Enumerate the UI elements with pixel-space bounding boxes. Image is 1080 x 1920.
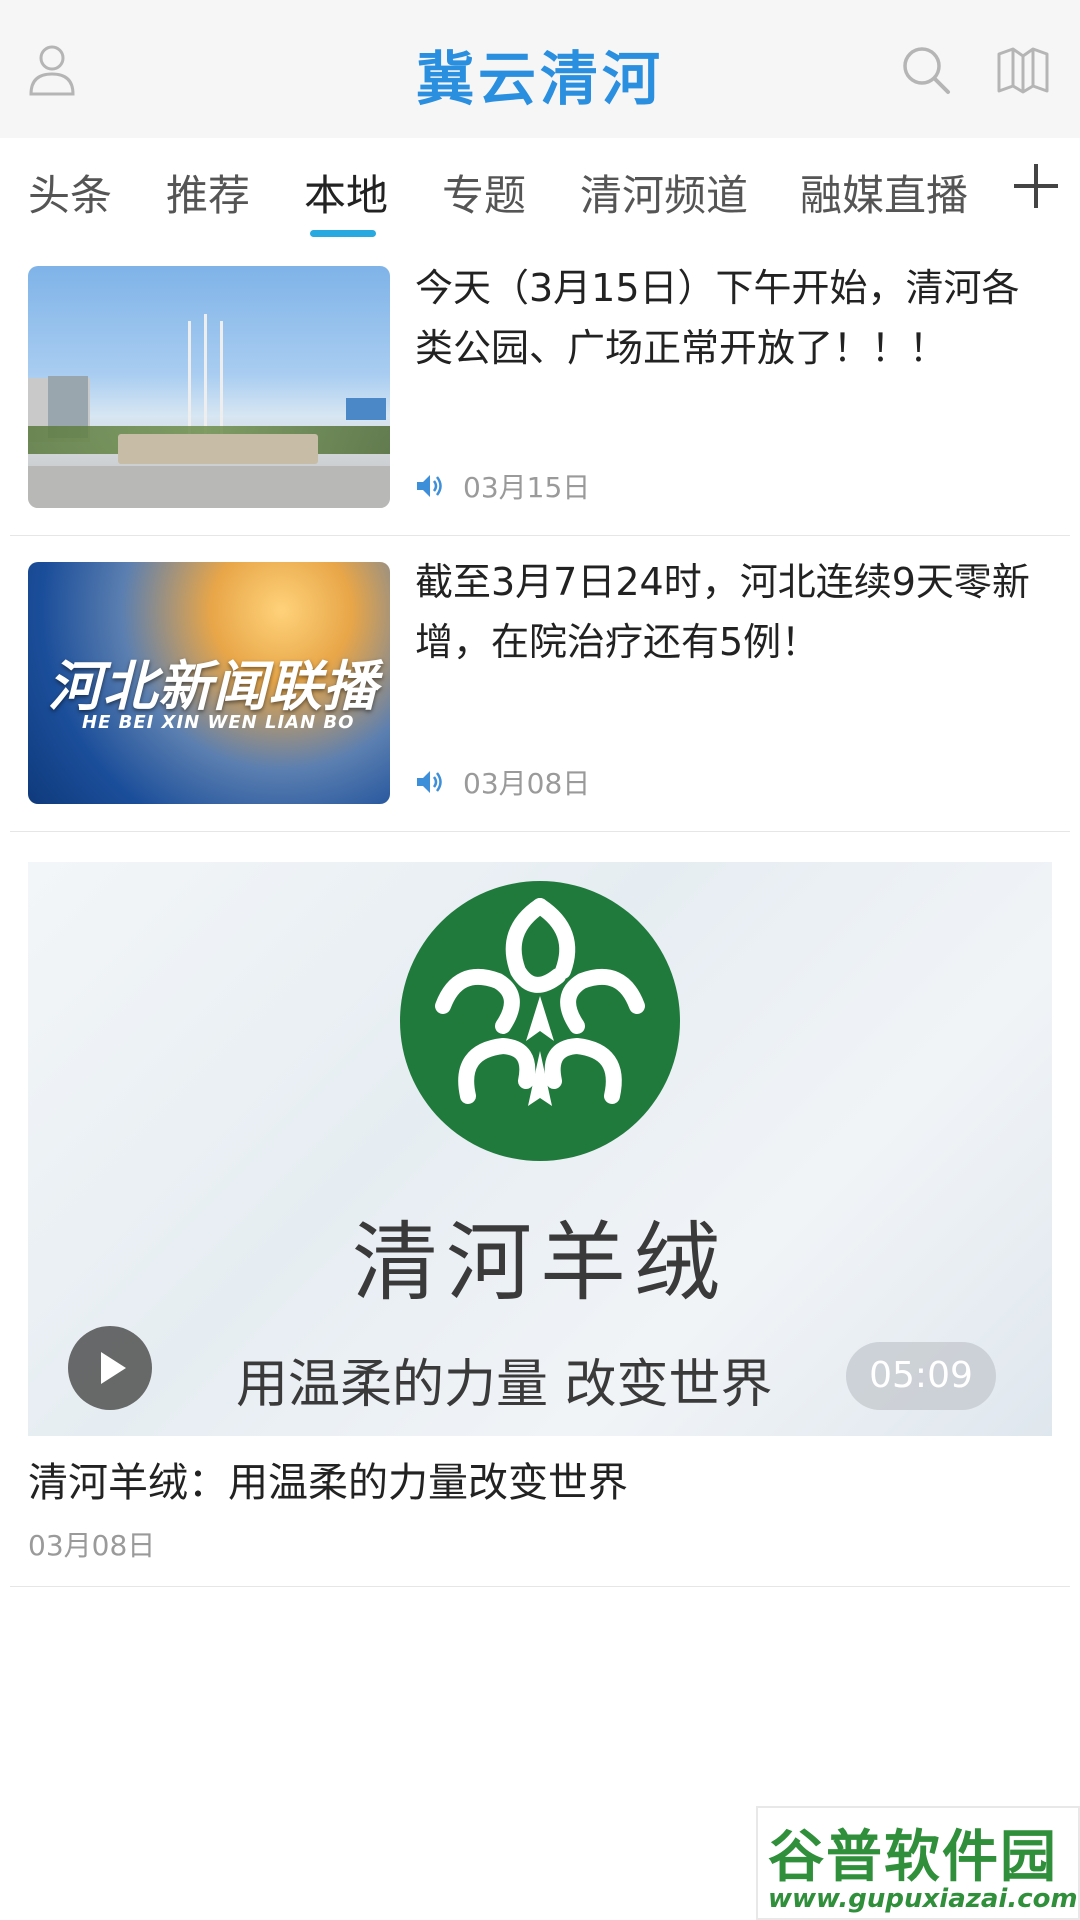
thumb-logo-subtext: HE BEI XIN WEN LIAN BO (82, 712, 355, 733)
thumb-billboard (346, 398, 386, 420)
watermark-url: www.gupuxiazai.com (768, 1884, 1078, 1914)
thumb-wall (118, 434, 318, 464)
video-duration: 05:09 (846, 1342, 996, 1410)
map-icon[interactable] (996, 46, 1050, 94)
video-player[interactable]: 清河羊绒 用温柔的力量 改变世界 05:09 (28, 862, 1052, 1436)
news-thumbnail (28, 266, 390, 508)
audio-icon[interactable] (415, 768, 445, 796)
news-title[interactable]: 截至3月7日24时，河北连续9天零新增，在院治疗还有5例！ (415, 552, 1030, 672)
news-date: 03月08日 (463, 767, 591, 800)
news-date: 03月15日 (463, 471, 591, 504)
site-watermark: 谷普软件园 www.gupuxiazai.com (756, 1806, 1080, 1920)
tab-headlines[interactable]: 头条 (28, 162, 112, 223)
row-divider (10, 831, 1070, 832)
app-header: 冀云清河 (0, 0, 1080, 138)
tab-live[interactable]: 融媒直播 (800, 162, 968, 223)
add-channel-icon[interactable] (1012, 162, 1060, 210)
channel-tabs: 头条 推荐 本地 专题 清河频道 融媒直播 (0, 138, 1080, 248)
news-title[interactable]: 今天（3月15日）下午开始，清河各类公园、广场正常开放了！！！ (415, 258, 1030, 378)
row-divider (10, 1586, 1070, 1587)
thumb-logo-text: 河北新闻联播 (48, 655, 378, 718)
tab-qinghe-channel[interactable]: 清河频道 (580, 162, 748, 223)
thumb-road (28, 466, 390, 508)
flag-pole (204, 314, 207, 444)
video-slogan: 用温柔的力量 改变世界 (236, 1355, 773, 1415)
news-item[interactable]: 河北新闻联播 HE BEI XIN WEN LIAN BO 截至3月7日24时，… (10, 536, 1070, 832)
tab-local[interactable]: 本地 (304, 162, 388, 223)
tab-recommended[interactable]: 推荐 (166, 162, 250, 223)
audio-icon[interactable] (415, 472, 445, 500)
news-thumbnail: 河北新闻联播 HE BEI XIN WEN LIAN BO (28, 562, 390, 804)
active-tab-indicator (310, 230, 376, 237)
play-button[interactable] (68, 1326, 152, 1410)
play-icon (101, 1352, 126, 1384)
search-icon[interactable] (900, 44, 952, 96)
video-date: 03月08日 (28, 1529, 156, 1562)
brand-emblem (400, 881, 680, 1161)
news-item[interactable]: 今天（3月15日）下午开始，清河各类公园、广场正常开放了！！！ 03月15日 (10, 248, 1070, 536)
tab-topics[interactable]: 专题 (442, 162, 526, 223)
news-meta: 03月08日 (415, 762, 590, 802)
news-meta: 03月15日 (415, 466, 590, 506)
video-brand-text: 清河羊绒 (352, 1213, 728, 1313)
video-title[interactable]: 清河羊绒：用温柔的力量改变世界 (28, 1450, 628, 1508)
watermark-name: 谷普软件园 (768, 1825, 1058, 1890)
